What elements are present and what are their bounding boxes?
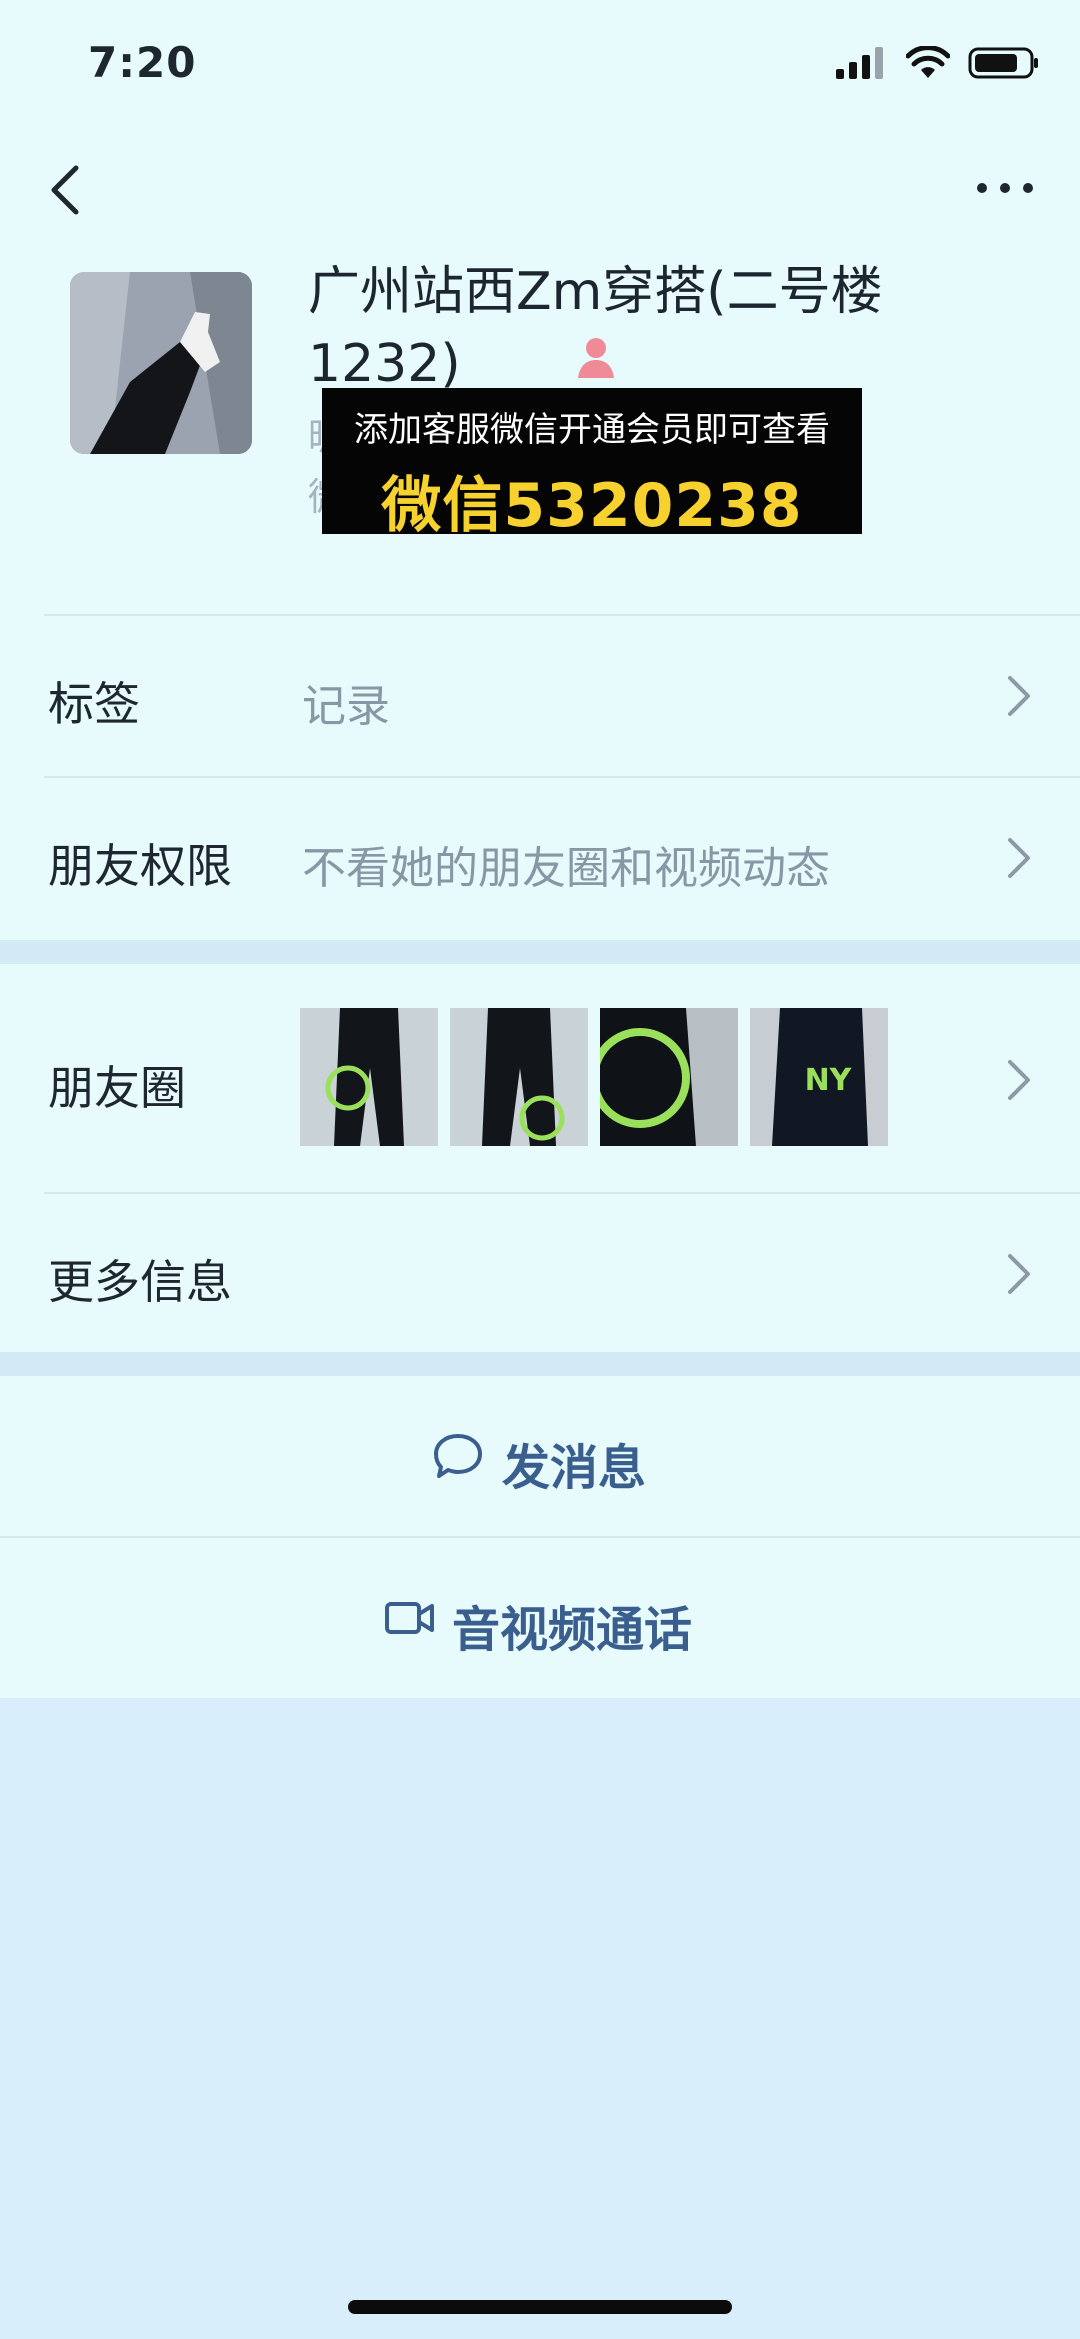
send-message-button[interactable]: 发消息: [0, 1376, 1080, 1536]
cellular-signal-icon: [836, 47, 883, 79]
permissions-value: 不看她的朋友圈和视频动态: [302, 843, 830, 894]
more-dots-icon: [977, 183, 1033, 193]
avatar[interactable]: [70, 272, 252, 454]
svg-text:NY: NY: [805, 1063, 853, 1098]
battery-icon: [968, 47, 1038, 79]
permissions-row[interactable]: 朋友权限 不看她的朋友圈和视频动态: [0, 778, 1080, 938]
video-call-label: 音视频通话: [452, 1602, 693, 1658]
female-icon: [574, 334, 618, 380]
moment-thumbnail[interactable]: [450, 1008, 588, 1146]
chevron-right-icon: [1008, 1254, 1030, 1294]
moment-thumbnail[interactable]: [600, 1008, 738, 1146]
status-icons: [836, 46, 1040, 80]
promo-text: 添加客服微信开通会员即可查看: [354, 410, 830, 450]
tags-label: 标签: [48, 677, 140, 731]
avatar-image: [70, 272, 252, 454]
chevron-left-icon: [51, 165, 79, 215]
chevron-right-icon: [1008, 676, 1030, 716]
back-button[interactable]: [40, 160, 100, 220]
promo-banner: 添加客服微信开通会员即可查看 微信5320238: [322, 388, 862, 541]
chevron-right-icon: [1008, 1060, 1030, 1100]
promo-wechat-id: 微信5320238: [381, 471, 803, 541]
more-button[interactable]: [970, 168, 1040, 208]
tags-row[interactable]: 标签 记录: [0, 616, 1080, 776]
video-camera-icon: [385, 1602, 434, 1634]
section-gap: [0, 940, 1080, 964]
wifi-icon: [906, 46, 950, 78]
status-time: 7:20: [88, 38, 197, 87]
profile-name: 广州站西Zm穿搭(二号楼1232): [308, 262, 883, 394]
chevron-right-icon: [1008, 838, 1030, 878]
chat-bubble-icon: [434, 1434, 482, 1478]
video-call-button[interactable]: 音视频通话: [0, 1538, 1080, 1698]
tags-value: 记录: [302, 681, 390, 732]
moment-thumbnail[interactable]: NY: [750, 1008, 888, 1146]
section-gap: [0, 1352, 1080, 1376]
more-info-label: 更多信息: [48, 1255, 232, 1309]
moment-thumbnail[interactable]: [300, 1008, 438, 1146]
more-info-row[interactable]: 更多信息: [0, 1194, 1080, 1352]
send-message-label: 发消息: [502, 1440, 647, 1496]
home-indicator[interactable]: [348, 2300, 732, 2314]
moments-label: 朋友圈: [48, 1061, 186, 1115]
permissions-label: 朋友权限: [48, 839, 232, 893]
